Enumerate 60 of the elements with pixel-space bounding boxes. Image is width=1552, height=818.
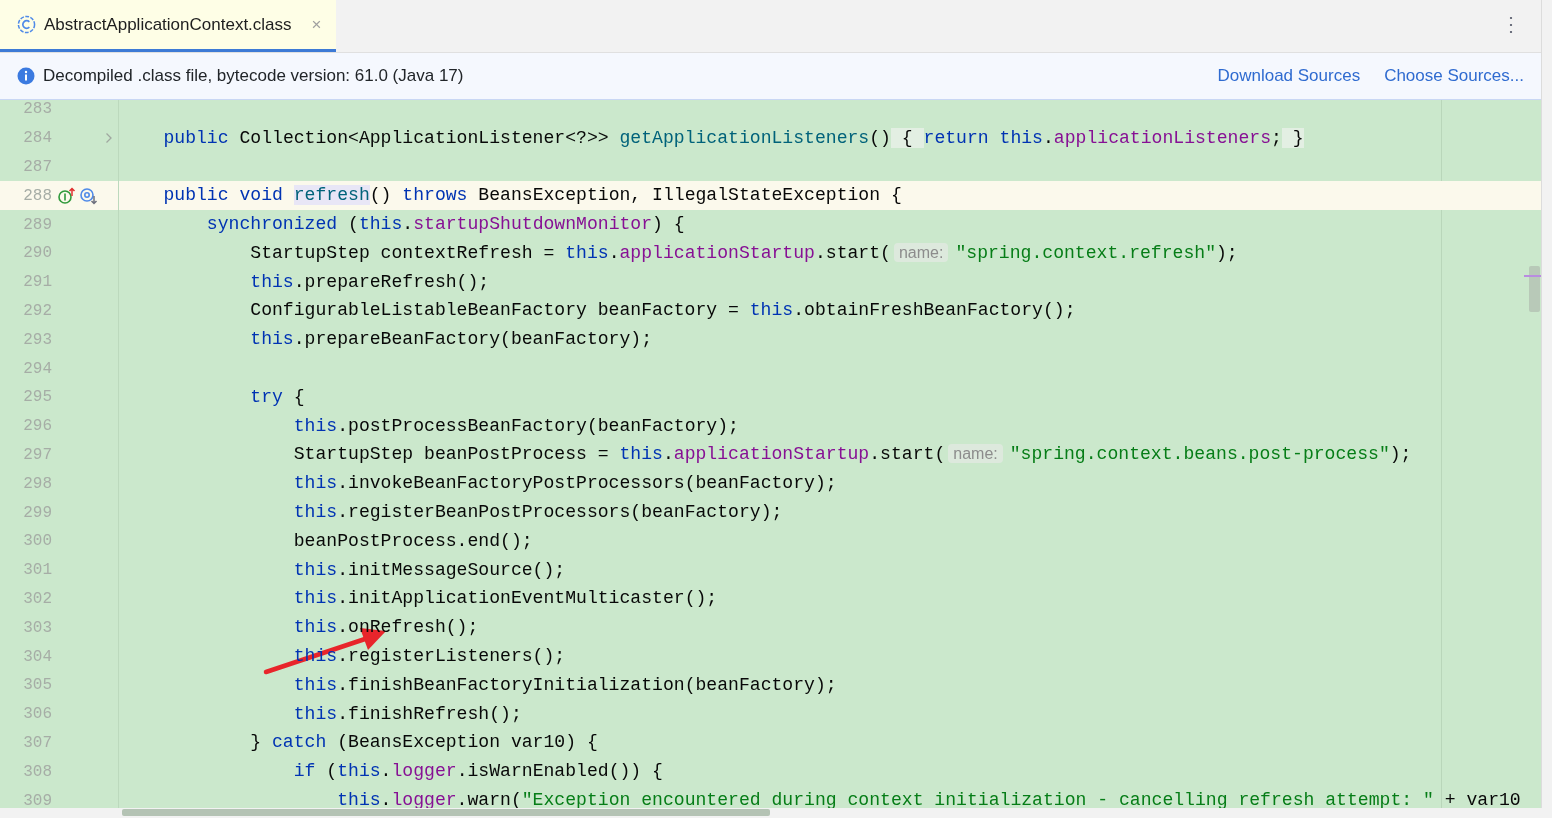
- line-number: 299: [22, 502, 52, 524]
- code-line: if (this.logger.isWarnEnabled()) {: [292, 760, 663, 784]
- banner-message: Decompiled .class file, bytecode version: 61.0 (Java 17): [43, 65, 464, 88]
- code-line: this.prepareBeanFactory(beanFactory);: [249, 328, 653, 352]
- line-number: 295: [22, 387, 52, 409]
- code-line: this.finishRefresh();: [292, 702, 522, 726]
- line-number: 289: [22, 214, 52, 236]
- code-line: this.prepareRefresh();: [249, 270, 490, 294]
- code-line: public void refresh() throws BeansException, IllegalStateException {: [162, 184, 902, 208]
- info-icon: [17, 67, 35, 85]
- code-line: try {: [249, 385, 305, 409]
- line-number: 296: [22, 416, 52, 438]
- line-number: 303: [22, 617, 52, 639]
- line-number: 305: [22, 675, 52, 697]
- close-button[interactable]: ×: [311, 11, 322, 38]
- code-line: this.logger.warn("Exception encountered during context initialization - cancelling refresh attempt: " + var10: [336, 788, 1521, 808]
- code-line: beanPostProcess.end();: [292, 529, 533, 553]
- code-line: public Collection<ApplicationListener<?>> getApplicationListeners() { return this.applicationListeners; }: [162, 126, 1304, 150]
- code-line: ConfigurableListableBeanFactory beanFactory = this.obtainFreshBeanFactory();: [249, 299, 1076, 323]
- code-line: synchronized (this.startupShutdownMonitor) {: [205, 213, 685, 236]
- line-number: 300: [22, 531, 52, 553]
- line-number: 288: [22, 185, 52, 207]
- scrollbar-thumb[interactable]: [1529, 266, 1540, 312]
- implements-icon: [58, 186, 76, 205]
- code-line: this.initMessageSource();: [292, 558, 566, 582]
- line-number: 297: [22, 444, 52, 466]
- file-tab[interactable]: AbstractApplicationContext.class ×: [0, 0, 336, 52]
- line-number: 306: [22, 704, 52, 726]
- line-number: 291: [22, 272, 52, 294]
- fold-chevron-icon[interactable]: [105, 132, 113, 145]
- code-line: this.onRefresh();: [292, 616, 479, 640]
- line-number: 293: [22, 329, 52, 351]
- line-number: 301: [22, 560, 52, 582]
- banner-link[interactable]: Download Sources: [1217, 63, 1361, 89]
- banner-link[interactable]: Choose Sources...: [1384, 63, 1524, 89]
- more-menu-button[interactable]: ⋮: [1495, 8, 1527, 40]
- code-line: } catch (BeansException var10) {: [249, 731, 598, 755]
- line-number: 292: [22, 300, 52, 322]
- code-line: this.initApplicationEventMulticaster();: [292, 587, 718, 611]
- class-icon: [17, 15, 36, 34]
- code-line: StartupStep beanPostProcess = this.applicationStartup.start( name: "spring.context.beans.post-process");: [292, 443, 1412, 467]
- line-number: 283: [22, 100, 52, 121]
- line-number: 307: [22, 732, 52, 754]
- code-line: this.postProcessBeanFactory(beanFactory);: [292, 414, 739, 438]
- line-number: 302: [22, 588, 52, 610]
- line-number: 284: [22, 128, 52, 150]
- overridden-icon: [80, 186, 98, 205]
- line-number: 290: [22, 243, 52, 265]
- line-number: 287: [22, 157, 52, 178]
- scrollbar-thumb[interactable]: [122, 809, 770, 816]
- code-line: StartupStep contextRefresh = this.applicationStartup.start( name: "spring.context.refresh");: [249, 241, 1238, 265]
- line-number: 298: [22, 473, 52, 495]
- line-number: 294: [22, 358, 52, 380]
- code-line: this.registerBeanPostProcessors(beanFactory);: [292, 501, 783, 524]
- line-number: 304: [22, 646, 52, 668]
- code-line: this.finishBeanFactoryInitialization(beanFactory);: [292, 673, 837, 697]
- scroll-marker: [1524, 275, 1541, 277]
- line-number: 308: [22, 761, 52, 783]
- code-line: this.invokeBeanFactoryPostProcessors(beanFactory);: [292, 472, 837, 496]
- line-number: 309: [22, 790, 52, 808]
